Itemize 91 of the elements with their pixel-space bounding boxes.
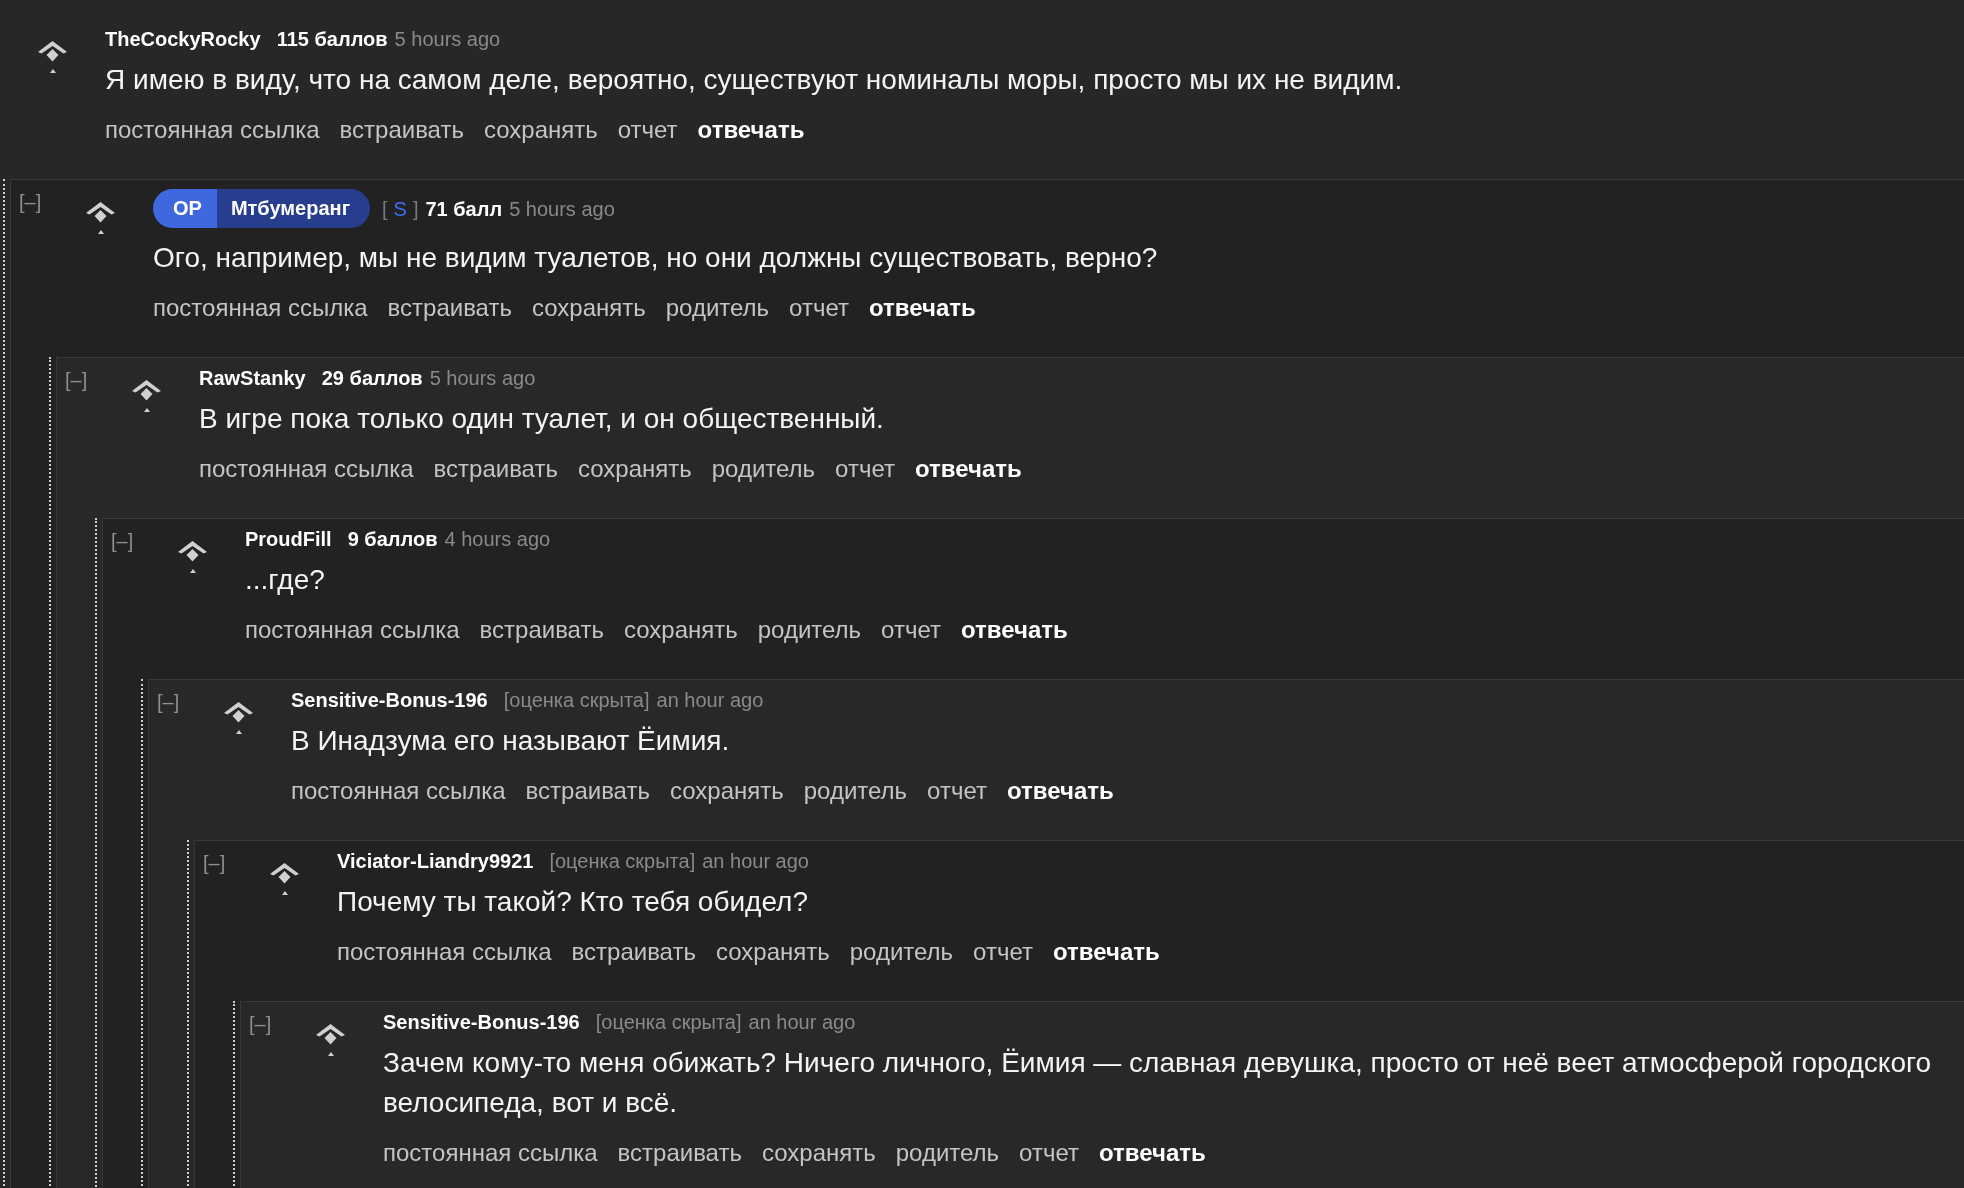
comment-text: Зачем кому-то меня обижать? Ничего личного, Ёимия — славная девушка, просто от неё веет атмосферой городского велосипеда, вот и всё. [383,1046,1933,1120]
small-triangle-icon[interactable] [49,69,56,73]
reply-link[interactable]: отвечать [1098,1138,1206,1168]
chevron-diamond-icon[interactable] [132,380,161,401]
action-link[interactable]: отчет [835,454,895,484]
collapse-toggle[interactable]: [–] [249,1013,272,1035]
reply-link[interactable]: отвечать [697,115,805,145]
action-link[interactable]: сохранять [531,293,646,323]
chevron-diamond-icon[interactable] [270,863,299,884]
small-triangle-icon[interactable] [97,230,104,234]
action-link[interactable]: встраивать [571,937,696,967]
small-triangle-icon[interactable] [189,569,196,573]
timestamp: an hour ago [656,689,764,711]
submitter-tag: [ S ] [382,197,419,220]
score-text: 71 балл [425,197,503,220]
action-link[interactable]: отчет [973,937,1033,967]
comment-text: ...где? [245,563,326,597]
username-link[interactable]: Мтбумеранг [216,189,370,228]
action-link[interactable]: сохранять [669,776,784,806]
score-text: [оценка скрыта] [503,689,650,711]
timestamp: 4 hours ago [444,528,551,550]
score-text: [оценка скрыта] [595,1011,742,1033]
action-link[interactable]: отчет [789,293,849,323]
reply-link[interactable]: отвечать [1006,776,1114,806]
op-tag: OP [153,189,217,228]
comment-text: Я имею в виду, что на самом деле, вероятно, существуют номиналы моры, просто мы их не видим. [105,63,1404,97]
action-link[interactable]: отчет [881,615,941,645]
action-link[interactable]: сохранять [761,1138,876,1168]
collapse-toggle[interactable]: [–] [157,691,180,713]
username-link[interactable]: Viciator-Liandry9921 [337,850,534,872]
action-link[interactable]: отчет [1019,1138,1079,1168]
timestamp: an hour ago [748,1011,856,1033]
collapse-toggle[interactable]: [–] [65,369,88,391]
action-link[interactable]: постоянная ссылка [199,454,414,484]
score-text: 115 баллов [276,28,388,50]
action-link[interactable]: родитель [665,293,770,323]
action-link[interactable]: сохранять [577,454,692,484]
action-link[interactable]: встраивать [387,293,512,323]
action-link[interactable]: постоянная ссылка [105,115,320,145]
score-text: 9 баллов [347,528,438,550]
comment-text: В Инадзума его называют Ёимия. [291,724,731,758]
username-link[interactable]: ProudFill [245,528,332,550]
timestamp: 5 hours ago [509,197,615,220]
chevron-diamond-icon[interactable] [224,702,253,723]
timestamp: 5 hours ago [394,28,501,50]
action-link[interactable]: сохранять [483,115,598,145]
action-link[interactable]: сохранять [715,937,830,967]
action-link[interactable]: постоянная ссылка [245,615,460,645]
action-link[interactable]: родитель [895,1138,1000,1168]
collapse-toggle[interactable]: [–] [19,191,42,213]
timestamp: an hour ago [702,850,809,872]
comment-text: В игре пока только один туалет, и он общественный. [199,402,885,436]
action-link[interactable]: постоянная ссылка [337,937,552,967]
username-link[interactable]: RawStanky [199,367,306,389]
username-link[interactable]: Sensitive-Bonus-196 [383,1011,580,1033]
reply-link[interactable]: отвечать [868,293,976,323]
collapse-toggle[interactable]: [–] [111,530,134,552]
reply-link[interactable]: отвечать [914,454,1022,484]
action-link[interactable]: родитель [757,615,862,645]
score-text: [оценка скрыта] [549,850,696,872]
username-link[interactable]: TheCockyRocky [105,28,261,50]
small-triangle-icon[interactable] [143,408,150,412]
action-link[interactable]: отчет [927,776,987,806]
chevron-diamond-icon[interactable] [86,202,115,223]
collapse-toggle[interactable]: [–] [203,852,226,874]
chevron-diamond-icon[interactable] [178,541,207,562]
small-triangle-icon[interactable] [235,730,242,734]
chevron-diamond-icon[interactable] [38,41,67,62]
comment-text: Почему ты такой? Кто тебя обидел? [337,885,809,919]
reply-link[interactable]: отвечать [1052,937,1160,967]
action-link[interactable]: отчет [617,115,678,145]
action-link[interactable]: встраивать [525,776,650,806]
small-triangle-icon[interactable] [281,891,288,895]
action-link[interactable]: постоянная ссылка [291,776,506,806]
score-text: 29 баллов [321,367,423,389]
action-link[interactable]: сохранять [623,615,738,645]
timestamp: 5 hours ago [429,367,536,389]
comment-text: Ого, например, мы не видим туалетов, но они должны существовать, верно? [153,241,1159,275]
username-link[interactable]: Sensitive-Bonus-196 [291,689,488,711]
reply-link[interactable]: отвечать [960,615,1068,645]
action-link[interactable]: встраивать [433,454,558,484]
small-triangle-icon[interactable] [327,1052,334,1056]
action-link[interactable]: встраивать [479,615,604,645]
action-link[interactable]: родитель [849,937,954,967]
action-link[interactable]: встраивать [339,115,464,145]
chevron-diamond-icon[interactable] [316,1024,345,1045]
action-link[interactable]: родитель [711,454,816,484]
action-link[interactable]: родитель [803,776,908,806]
action-link[interactable]: постоянная ссылка [383,1138,598,1168]
action-link[interactable]: встраивать [617,1138,742,1168]
action-link[interactable]: постоянная ссылка [153,293,368,323]
